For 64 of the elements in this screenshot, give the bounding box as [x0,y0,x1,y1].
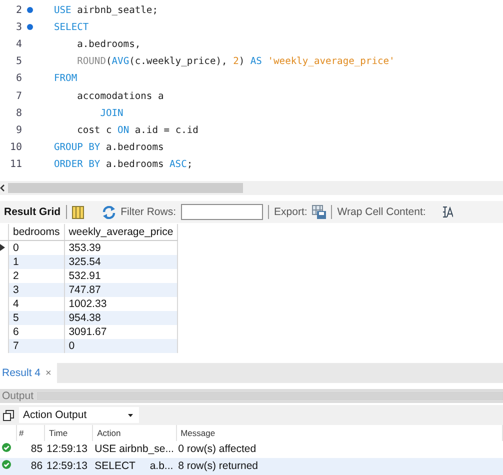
column-header[interactable]: # [16,425,45,441]
filter-field[interactable] [181,204,264,220]
export-label: Export: [274,206,308,218]
line-number: 8 [14,108,22,120]
result-grid-label[interactable]: Result Grid [4,206,61,218]
column-header[interactable]: Message [176,425,502,441]
line-number: 2 [14,4,22,17]
column-header[interactable]: Action [92,425,176,441]
result-tab[interactable]: Result 4 × [0,363,58,383]
table-cell: 325.54 [64,255,178,269]
refresh-icon[interactable] [102,206,116,218]
code-line: a.bedrooms, [76,38,141,51]
table-cell: 3 [8,283,64,297]
export-icon[interactable] [312,205,326,219]
table-cell: 12:59:13 [44,458,93,475]
table-cell: 747.87 [64,283,178,297]
code-line: SELECT [54,22,89,34]
column-header[interactable]: bedrooms [8,224,64,240]
table-cell: 5 [8,311,64,325]
output-row[interactable]: 85 12:59:13 USE airbnb_se... 0 row(s) affected [0,441,502,458]
code-line: ORDER BY a.bedrooms ASC; [54,159,193,172]
line-number: 10 [8,142,22,154]
code-line: GROUP BY a.bedrooms [54,142,164,154]
line-number: 4 [14,38,22,51]
table-cell: 1 [8,255,64,269]
code-line: FROM [54,73,78,86]
wrap-cell-content-label: Wrap Cell Content: [337,206,426,218]
line-number: 11 [8,159,22,172]
table-cell: 86 [16,458,45,475]
code-line: cost c ON a.id = c.id [76,124,198,137]
output-row[interactable]: 86 12:59:13 SELECT a.b... 8 row(s) returned [0,458,502,475]
horizontal-scrollbar[interactable] [0,181,503,195]
line-number: 6 [14,73,22,86]
copy-icon[interactable] [3,410,14,420]
column-header[interactable]: weekly_average_price [64,224,178,240]
code-line: JOIN [99,108,124,120]
table-cell: 0 row(s) affected [176,441,502,458]
table-cell: 954.38 [64,311,178,325]
table-cell: 85 [16,441,45,458]
line-number: 3 [14,22,22,34]
table-cell: 7 [8,339,64,353]
output-type-dropdown[interactable]: Action Output [19,407,139,423]
grid-icon[interactable] [72,206,84,218]
code-line: USE airbnb_seatle; [54,4,158,17]
output-panel-title: Output [2,390,34,402]
column-header[interactable]: Time [44,425,93,441]
close-icon[interactable]: × [46,366,52,380]
wrap-text-icon[interactable] [442,206,453,218]
line-number: 5 [14,56,22,68]
line-number: 9 [14,124,22,137]
caret-icon [128,414,133,416]
code-line: accomodations a [76,90,164,103]
table-cell: 8 row(s) returned [176,458,502,475]
filter-rows-label: Filter Rows: [120,206,176,218]
table-cell: 0 [64,339,178,353]
table-cell: 12:59:13 [44,441,93,458]
line-number: 7 [14,90,22,103]
drag-handle[interactable] [36,392,503,400]
scrollbar-thumb[interactable] [8,183,243,193]
code-line: ROUND(AVG(c.weekly_price), 2) AS 'weekly_average_price' [76,56,395,68]
success-icon [2,460,11,469]
table-cell: SELECT a.b... [92,458,176,475]
table-cell: USE airbnb_se... [92,441,176,458]
scroll-left-icon[interactable] [0,184,5,192]
